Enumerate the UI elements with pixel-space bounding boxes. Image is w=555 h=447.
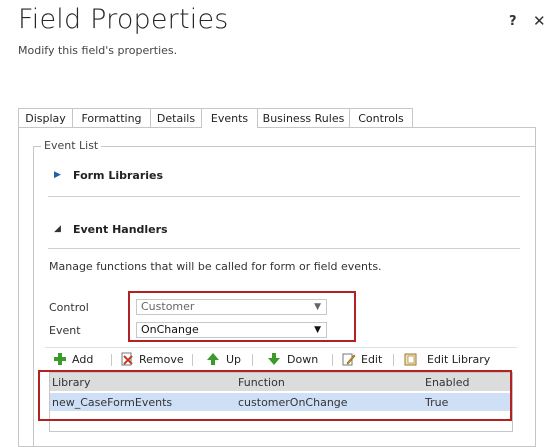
arrow-down-icon: [268, 353, 280, 365]
move-up-label: Up: [226, 353, 242, 366]
help-button[interactable]: ?: [509, 14, 517, 29]
move-down-label: Down: [287, 353, 319, 366]
control-label: Control: [49, 301, 89, 314]
expand-arrow-icon: ▶: [54, 170, 61, 180]
tab-formatting[interactable]: Formatting: [72, 108, 151, 127]
move-down-button[interactable]: Down: [267, 352, 319, 368]
highlight-box-grid: [38, 370, 512, 421]
edit-button-label: Edit: [361, 353, 383, 366]
toolbar-divider: [332, 354, 333, 366]
toolbar-divider: [393, 354, 394, 366]
dialog-title: Field Properties: [18, 4, 229, 35]
event-list-legend: Event List: [41, 139, 102, 152]
edit-library-button[interactable]: Edit Library: [404, 352, 491, 368]
toolbar-divider: [192, 354, 193, 366]
tab-events[interactable]: Events: [201, 108, 258, 128]
tab-details[interactable]: Details: [150, 108, 202, 127]
edit-icon: [342, 353, 356, 366]
arrow-up-icon: [207, 353, 219, 365]
section-divider: [48, 196, 520, 197]
close-button[interactable]: ✕: [533, 12, 546, 30]
dialog-subtitle: Modify this field's properties.: [18, 44, 178, 57]
remove-button-label: Remove: [139, 353, 184, 366]
event-label: Event: [49, 324, 81, 337]
highlight-box-selectors: [128, 291, 356, 342]
collapse-arrow-icon: ◢: [54, 224, 61, 234]
add-button-label: Add: [72, 353, 94, 366]
library-icon: [404, 353, 417, 366]
form-libraries-label: Form Libraries: [73, 169, 164, 182]
edit-button[interactable]: Edit: [342, 352, 382, 368]
tab-controls[interactable]: Controls: [349, 108, 413, 127]
tab-display[interactable]: Display: [18, 108, 73, 127]
add-icon: [54, 353, 66, 365]
toolbar-divider: [111, 354, 112, 366]
tab-business-rules[interactable]: Business Rules: [257, 108, 350, 127]
remove-button[interactable]: Remove: [120, 352, 184, 368]
edit-library-label: Edit Library: [427, 353, 491, 366]
section-divider: [48, 248, 520, 249]
event-handlers-description: Manage functions that will be called for…: [49, 260, 382, 273]
move-up-button[interactable]: Up: [206, 352, 242, 368]
remove-icon: [121, 352, 133, 366]
event-handlers-label: Event Handlers: [73, 223, 168, 236]
toolbar-divider: [252, 354, 253, 366]
handlers-toolbar: Add Remove Up Down Edit Edit Library: [45, 347, 517, 370]
add-button[interactable]: Add: [53, 352, 95, 368]
